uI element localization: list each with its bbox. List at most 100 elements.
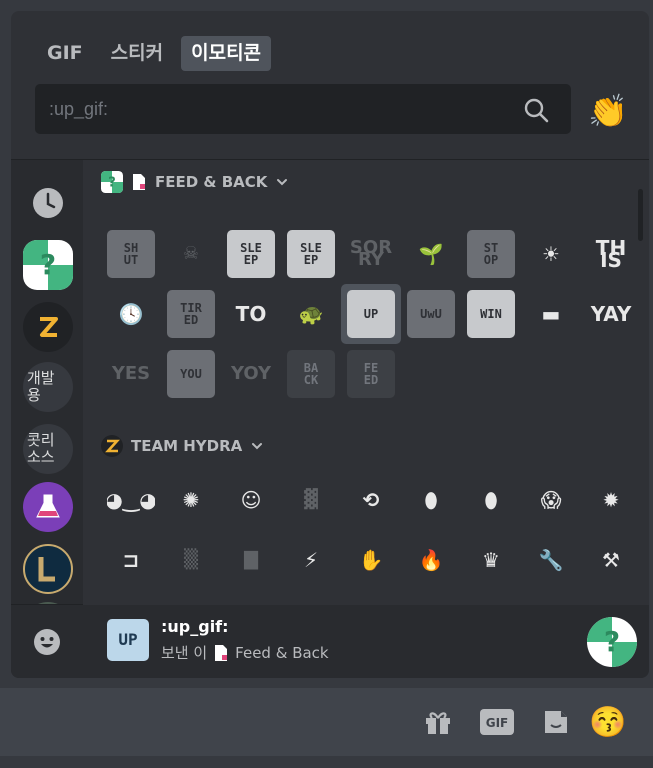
search-input[interactable] — [49, 97, 499, 121]
emoji-this[interactable]: TH IS — [581, 224, 641, 284]
emoji-yay[interactable]: YAY — [581, 284, 641, 344]
emoji-row3-8[interactable]: ◣ — [521, 590, 581, 605]
emoji-hands[interactable]: ✋ — [341, 530, 401, 590]
row3-4-emoji-icon: ⌐ — [287, 596, 335, 605]
win-emoji-icon: WIN — [467, 290, 515, 338]
skull-emoji-icon: ☠ — [182, 243, 200, 264]
source-server-name: Feed & Back — [235, 643, 329, 662]
emoji-back[interactable]: BA CK — [281, 344, 341, 404]
random-emoji-button[interactable]: 👏 — [586, 89, 630, 133]
emoji-scared-face[interactable]: 😱 — [521, 470, 581, 530]
emoji-worm[interactable]: ▬ — [521, 284, 581, 344]
sticker-button[interactable] — [539, 705, 573, 739]
section-header-feed-back[interactable]: ? FEED & BACK — [101, 170, 289, 194]
scrollbar[interactable] — [638, 189, 643, 241]
svg-text:?: ? — [108, 175, 116, 190]
emoji-wrench-box[interactable]: 🔧 — [521, 530, 581, 590]
emoji-row3-7[interactable]: □ — [461, 590, 521, 605]
emoji-you[interactable]: YOU — [161, 344, 221, 404]
yes-emoji-icon: YES — [111, 363, 151, 384]
tab-gif[interactable]: GIF — [37, 36, 93, 71]
server-rail: ? 개발 용 콧리 소스 — [11, 160, 83, 678]
server-abbrev: 개발 용 — [27, 369, 55, 404]
rail-team-hydra[interactable] — [23, 302, 73, 352]
search-icon[interactable] — [523, 97, 549, 123]
emoji-hammer[interactable]: ⚒ — [581, 530, 641, 590]
row3-2-emoji-icon: ☝ — [167, 596, 215, 605]
emoji-paddle-2[interactable]: ⬮ — [461, 470, 521, 530]
kissing-face-icon: 😚 — [589, 705, 627, 739]
feed-emoji-icon: FE ED — [347, 350, 395, 398]
emoji-feed[interactable]: FE ED — [341, 344, 401, 404]
emoji-row3-6[interactable]: ▭ — [401, 590, 461, 605]
from-label: 보낸 이 — [161, 644, 208, 662]
emoji-win[interactable]: WIN — [461, 284, 521, 344]
yoy-emoji-icon: YOY — [230, 363, 272, 384]
gift-button[interactable] — [421, 705, 455, 739]
emoji-uwu[interactable]: UwU — [401, 284, 461, 344]
rail-dev-server[interactable]: 개발 용 — [23, 362, 73, 412]
emoji-yes[interactable]: YES — [101, 344, 161, 404]
crest-emoji-icon: ♛ — [482, 548, 500, 572]
emoji-face-1[interactable]: ◕‿◕ — [101, 470, 161, 530]
emoji-flame[interactable]: 🔥 — [401, 530, 461, 590]
emoji-sun[interactable]: ☀ — [521, 224, 581, 284]
emoji-button[interactable]: 😚 — [589, 705, 627, 739]
emoji-row3-2[interactable]: ☝ — [161, 590, 221, 605]
rail-source-server[interactable]: 콧리 소스 — [23, 424, 73, 474]
emoji-up[interactable]: UP — [341, 284, 401, 344]
tab-emoji[interactable]: 이모티콘 — [181, 36, 272, 71]
sorry-emoji-icon: SOR RY — [349, 237, 393, 270]
emoji-dark-figure[interactable]: ▇ — [221, 530, 281, 590]
source-server-icon[interactable]: ? — [587, 617, 637, 667]
emoji-clock[interactable]: 🕓 — [101, 284, 161, 344]
emoji-stop[interactable]: ST OP — [461, 224, 521, 284]
emoji-lizard[interactable]: ▒ — [161, 530, 221, 590]
emoji-sleep-2[interactable]: SLE EP — [281, 224, 341, 284]
emoji-bolt[interactable]: ⚡ — [281, 530, 341, 590]
this-emoji-icon: TH IS — [595, 236, 627, 272]
emoji-shut[interactable]: SH UT — [101, 224, 161, 284]
emoji-to[interactable]: TO — [221, 284, 281, 344]
emoji-grid-feed-back: SH UT ☠ SLE EP SLE EP SOR RY 🌱 ST OP ☀ TH IS 🕓 TIR… — [101, 224, 641, 404]
rail-emoji-button[interactable] — [11, 604, 83, 678]
emoji-paddle[interactable]: ⬮ — [401, 470, 461, 530]
green-question-server-icon: ? — [23, 240, 73, 290]
emoji-face-2[interactable]: ☺ — [221, 470, 281, 530]
to-emoji-icon: TO — [235, 302, 267, 326]
smiley-icon — [34, 628, 60, 655]
rail-league-server[interactable] — [23, 544, 73, 594]
emoji-sorry[interactable]: SOR RY — [341, 224, 401, 284]
row3-7-emoji-icon: □ — [467, 596, 515, 605]
emoji-crest[interactable]: ♛ — [461, 530, 521, 590]
emoji-worker[interactable]: ⊐ — [101, 530, 161, 590]
emoji-skull[interactable]: ☠ — [161, 224, 221, 284]
emoji-swirl[interactable]: ⟲ — [341, 470, 401, 530]
green-question-server-icon: ? — [101, 171, 123, 193]
rail-feed-back[interactable]: ? — [23, 240, 73, 290]
emoji-row3-3[interactable]: K — [221, 590, 281, 605]
emoji-row3-9[interactable]: k — [581, 590, 641, 605]
wrench-box-emoji-icon: 🔧 — [538, 548, 564, 572]
emoji-row3-1[interactable]: ◻ — [101, 590, 161, 605]
emoji-row3-4[interactable]: ⌐ — [281, 590, 341, 605]
row3-6-emoji-icon: ▭ — [407, 596, 455, 605]
rail-flask-server[interactable] — [23, 482, 73, 532]
tab-stickers[interactable]: 스티커 — [101, 36, 173, 71]
emoji-photo[interactable]: ▓ — [281, 470, 341, 530]
emoji-yoy[interactable]: YOY — [221, 344, 281, 404]
chevron-down-icon — [252, 443, 263, 450]
you-emoji-icon: YOU — [167, 350, 215, 398]
emoji-row3-5[interactable]: △ — [341, 590, 401, 605]
emoji-tired[interactable]: TIR ED — [161, 284, 221, 344]
paddle-2-emoji-icon: ⬮ — [484, 488, 498, 512]
emoji-virus[interactable]: ✹ — [581, 470, 641, 530]
gif-button[interactable]: GIF — [480, 705, 514, 739]
rail-recent[interactable] — [23, 178, 73, 228]
emoji-brain[interactable]: ✺ — [161, 470, 221, 530]
emoji-sleep-1[interactable]: SLE EP — [221, 224, 281, 284]
section-header-team-hydra[interactable]: TEAM HYDRA — [101, 434, 264, 458]
emoji-preview-footer: UP :up_gif: 보낸 이 Feed & Back ? — [83, 605, 649, 678]
emoji-turtle[interactable]: 🐢 — [281, 284, 341, 344]
emoji-sprout[interactable]: 🌱 — [401, 224, 461, 284]
